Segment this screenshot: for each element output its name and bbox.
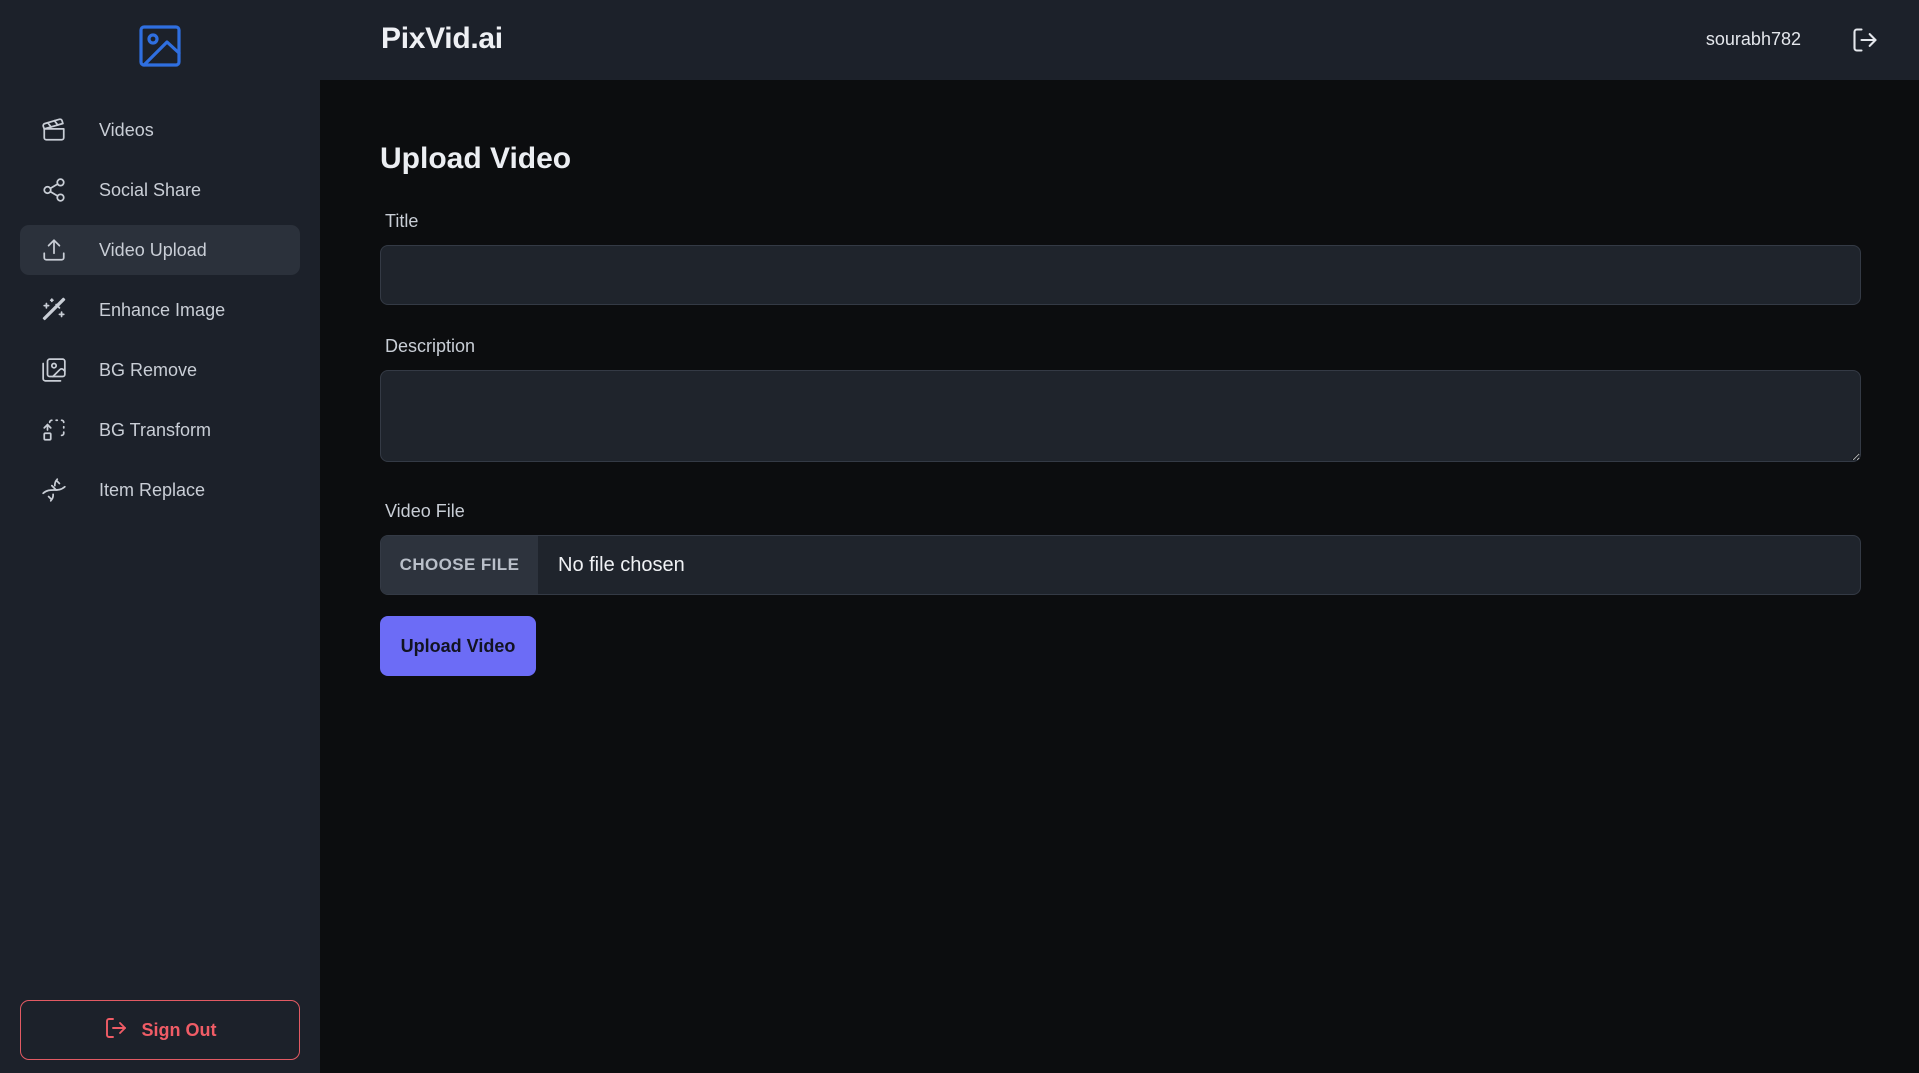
description-textarea[interactable] [380,370,1861,462]
sign-out-button[interactable]: Sign Out [20,1000,300,1060]
title-label: Title [385,211,419,231]
sidebar-item-label: Videos [99,119,154,140]
magic-wand-icon [40,296,68,324]
sidebar-item-bg-transform[interactable]: BG Transform [20,405,300,455]
sidebar-item-bg-remove[interactable]: BG Remove [20,345,300,395]
video-file-label: Video File [385,501,465,521]
sidebar-item-enhance-image[interactable]: Enhance Image [20,285,300,335]
clapperboard-icon [40,116,68,144]
sidebar-item-social-share[interactable]: Social Share [20,165,300,215]
logout-icon[interactable] [1849,24,1881,56]
sidebar-item-label: Video Upload [99,239,207,260]
title-input[interactable] [380,245,1861,305]
file-status-text: No file chosen [558,553,685,576]
sidebar-item-label: BG Transform [99,419,212,440]
sign-out-label: Sign Out [141,1019,217,1040]
dna-icon [40,476,68,504]
description-label: Description [385,336,476,356]
sidebar: Videos Social Share Video Upload Enhance… [0,0,320,1073]
page-title: Upload Video [380,142,572,175]
sidebar-item-label: BG Remove [99,359,198,380]
brand-title[interactable]: PixVid.ai [381,22,503,56]
upload-icon [40,236,68,264]
choose-file-button[interactable]: CHOOSE FILE [381,536,538,594]
sidebar-item-label: Item Replace [99,479,206,500]
sidebar-item-item-replace[interactable]: Item Replace [20,465,300,515]
sidebar-nav: Videos Social Share Video Upload Enhance… [20,105,300,525]
video-file-input[interactable]: CHOOSE FILE No file chosen [380,535,1861,595]
upload-video-button[interactable]: Upload Video [380,616,536,676]
image-logo-icon[interactable] [137,23,183,69]
logout-icon [104,1016,128,1045]
transform-icon [40,416,68,444]
sidebar-item-label: Social Share [99,179,202,200]
sidebar-item-videos[interactable]: Videos [20,105,300,155]
share-icon [40,176,68,204]
sidebar-item-label: Enhance Image [99,299,226,320]
top-header: PixVid.ai sourabh782 [320,0,1919,80]
sidebar-item-video-upload[interactable]: Video Upload [20,225,300,275]
username: sourabh782 [1705,29,1801,49]
images-icon [40,356,68,384]
